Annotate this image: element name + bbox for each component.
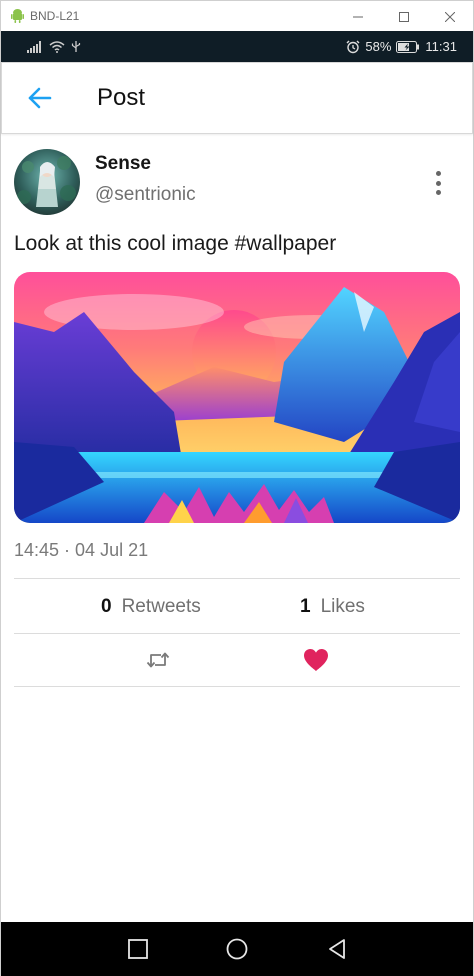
post-image[interactable] bbox=[14, 272, 460, 523]
post-text: Look at this cool image #wallpaper bbox=[14, 232, 337, 255]
page-title: Post bbox=[97, 84, 146, 111]
recents-button[interactable] bbox=[125, 937, 151, 961]
more-options-button[interactable] bbox=[424, 168, 452, 198]
circle-home-icon bbox=[226, 938, 248, 960]
post-actions bbox=[14, 634, 460, 686]
likes-stat[interactable]: 1 Likes bbox=[300, 596, 365, 618]
square-recents-icon bbox=[128, 939, 148, 959]
heart-icon bbox=[304, 649, 328, 671]
battery-percent: 58% bbox=[365, 39, 392, 54]
post-header: Sense @sentrionic bbox=[14, 148, 460, 218]
home-button[interactable] bbox=[224, 937, 250, 961]
status-time: 11:31 bbox=[425, 39, 457, 54]
back-button[interactable] bbox=[15, 73, 65, 123]
battery-charging-icon bbox=[396, 40, 420, 53]
window-title-bar: BND-L21 bbox=[0, 0, 474, 31]
retweets-stat[interactable]: 0 Retweets bbox=[101, 596, 201, 618]
user-handle[interactable]: @sentrionic bbox=[95, 184, 196, 206]
divider bbox=[14, 686, 460, 687]
arrow-back-icon bbox=[28, 87, 52, 109]
retweet-button[interactable] bbox=[143, 646, 173, 674]
android-nav-bar bbox=[1, 922, 473, 976]
window-title: BND-L21 bbox=[30, 9, 80, 23]
minimize-button[interactable] bbox=[335, 1, 381, 32]
status-bar: 58% 11:31 bbox=[1, 31, 473, 62]
maximize-icon bbox=[399, 11, 409, 22]
usb-icon bbox=[71, 41, 81, 52]
user-name[interactable]: Sense bbox=[95, 153, 151, 175]
close-icon bbox=[445, 11, 455, 22]
nav-back-button[interactable] bbox=[324, 937, 350, 961]
minimize-icon bbox=[353, 16, 363, 17]
post-stats: 0 Retweets 1 Likes bbox=[14, 579, 460, 633]
alarm-icon bbox=[346, 40, 360, 53]
android-icon bbox=[10, 9, 24, 23]
wifi-icon bbox=[49, 40, 65, 53]
retweets-label: Retweets bbox=[121, 596, 201, 617]
more-vertical-icon bbox=[435, 171, 441, 176]
post-timestamp: 14:45 · 04 Jul 21 bbox=[14, 540, 149, 560]
window-frame-left bbox=[0, 31, 1, 976]
signal-icon bbox=[27, 40, 41, 53]
retweet-icon bbox=[146, 652, 170, 668]
retweets-count: 0 bbox=[101, 596, 112, 617]
triangle-back-icon bbox=[329, 939, 345, 959]
likes-label: Likes bbox=[320, 596, 365, 617]
maximize-button[interactable] bbox=[381, 1, 427, 32]
likes-count: 1 bbox=[300, 596, 311, 617]
close-button[interactable] bbox=[427, 1, 473, 32]
avatar[interactable] bbox=[14, 149, 80, 215]
like-button[interactable] bbox=[301, 646, 331, 674]
app-bar: Post bbox=[1, 62, 473, 134]
